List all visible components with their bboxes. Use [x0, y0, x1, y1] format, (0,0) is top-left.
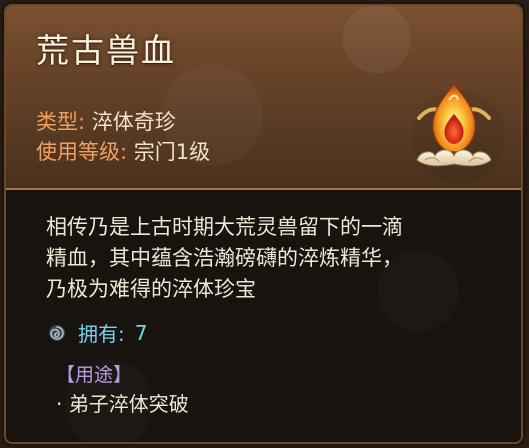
- tooltip-header: 荒古兽血 类型: 淬体奇珍 使用等级: 宗门1级: [6, 6, 521, 190]
- usage-item: · 弟子淬体突破: [56, 392, 189, 416]
- item-type-row: 类型: 淬体奇珍: [36, 106, 176, 136]
- item-level-row: 使用等级: 宗门1级: [36, 136, 210, 166]
- tooltip-body: 相传乃是上古时期大荒灵兽留下的一滴 精血，其中蕴含浩瀚磅礴的淬炼精华， 乃极为难…: [6, 190, 521, 442]
- description-line: 乃极为难得的淬体珍宝: [46, 277, 256, 301]
- owned-label: 拥有:: [78, 322, 125, 346]
- flame-blood-icon: [416, 83, 492, 167]
- item-level-value: 宗门1级: [133, 140, 211, 164]
- item-level-label: 使用等级:: [36, 140, 128, 164]
- item-description: 相传乃是上古时期大荒灵兽留下的一滴 精血，其中蕴含浩瀚磅礴的淬炼精华， 乃极为难…: [46, 212, 486, 305]
- usage-title: 【用途】: [56, 364, 133, 386]
- description-line: 精血，其中蕴含浩瀚磅礴的淬炼精华，: [46, 246, 403, 270]
- item-tooltip: 荒古兽血 类型: 淬体奇珍 使用等级: 宗门1级 相传乃是上古时期大荒灵兽留下的…: [4, 4, 523, 444]
- owned-count-row: 拥有: 7: [48, 318, 147, 347]
- swirl-icon: [49, 324, 65, 341]
- description-line: 相传乃是上古时期大荒灵兽留下的一滴: [46, 215, 403, 239]
- item-type-value: 淬体奇珍: [91, 110, 176, 134]
- owned-count: 7: [134, 320, 148, 345]
- item-name: 荒古兽血: [36, 31, 176, 70]
- item-type-label: 类型:: [36, 110, 86, 134]
